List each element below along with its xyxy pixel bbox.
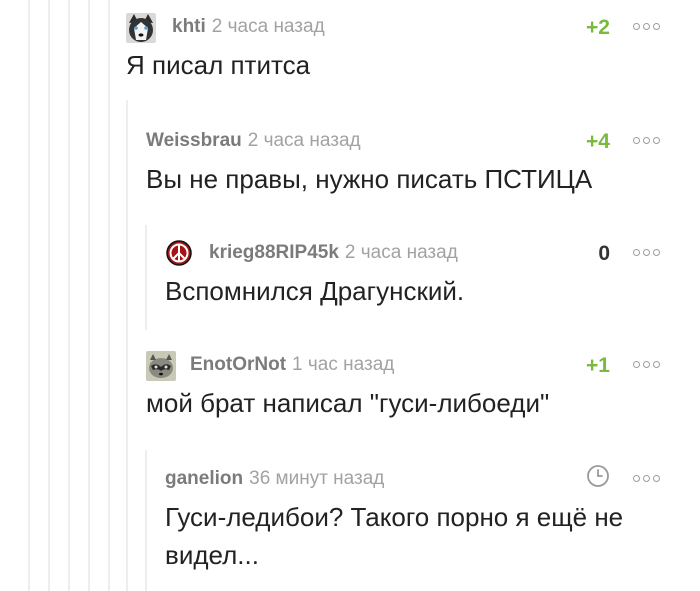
more-options-icon[interactable] — [633, 249, 660, 256]
more-options-icon[interactable] — [633, 475, 660, 482]
author-name[interactable]: EnotOrNot 1 час назад — [190, 354, 394, 376]
comment: krieg88RIP45k 2 часа назад 0 Вспомнился Д… — [165, 238, 660, 310]
thread-line — [48, 0, 50, 591]
author-name[interactable]: khti 2 часа назад — [172, 16, 325, 38]
rating: +4 — [586, 130, 610, 153]
clock-icon[interactable] — [586, 464, 610, 492]
raccoon-avatar[interactable] — [146, 351, 176, 381]
thread-line — [145, 225, 147, 330]
author-name[interactable]: ganelion 36 минут назад — [165, 468, 384, 490]
comment: Weissbrau 2 часа назад +4 Вы не правы, ну… — [146, 126, 660, 198]
more-options-icon[interactable] — [633, 23, 660, 30]
thread-line — [108, 0, 110, 591]
comment-header: khti 2 часа назад +2 — [126, 12, 660, 43]
comment: EnotOrNot 1 час назад +1 мой брат написал… — [146, 350, 660, 422]
more-options-icon[interactable] — [633, 361, 660, 368]
comment-time: 2 часа назад — [247, 130, 361, 151]
comment-text: Я писал птитса — [126, 50, 311, 80]
rating: 0 — [598, 242, 610, 265]
comment-text: Гуси-ледибои? Такого порно я ещё не виде… — [165, 502, 624, 570]
comment-text: Вы не правы, нужно писать ПСТИЦА — [146, 164, 593, 194]
rating: +2 — [586, 16, 610, 39]
thread-line — [68, 0, 70, 591]
author-name[interactable]: krieg88RIP45k 2 часа назад — [209, 242, 458, 264]
rating: +1 — [586, 354, 610, 377]
more-options-icon[interactable] — [633, 137, 660, 144]
comment: ganelion 36 минут назад Гуси-ледибои? Так… — [165, 464, 660, 574]
thread-line — [88, 0, 90, 591]
comment-time: 1 час назад — [292, 354, 395, 375]
comment-time: 2 часа назад — [211, 16, 325, 37]
comment-text: мой брат написал "гуси-либоеди" — [146, 388, 550, 418]
author-name[interactable]: Weissbrau 2 часа назад — [146, 130, 361, 152]
husky-avatar[interactable] — [126, 13, 156, 43]
comment: khti 2 часа назад +2 Я писал птитса — [126, 12, 660, 84]
comment-header: EnotOrNot 1 час назад +1 — [146, 350, 660, 381]
thread-line — [126, 100, 128, 591]
thread-line — [145, 450, 147, 591]
comment-header: ganelion 36 минут назад — [165, 464, 660, 494]
comment-time: 36 минут назад — [249, 468, 385, 489]
comment-time: 2 часа назад — [344, 242, 458, 263]
thread-line — [28, 0, 30, 591]
comment-header: Weissbrau 2 часа назад +4 — [146, 126, 660, 156]
comment-header: krieg88RIP45k 2 часа назад 0 — [165, 238, 660, 268]
comment-text: Вспомнился Драгунский. — [165, 276, 465, 306]
peace-sign-avatar[interactable] — [165, 239, 193, 267]
